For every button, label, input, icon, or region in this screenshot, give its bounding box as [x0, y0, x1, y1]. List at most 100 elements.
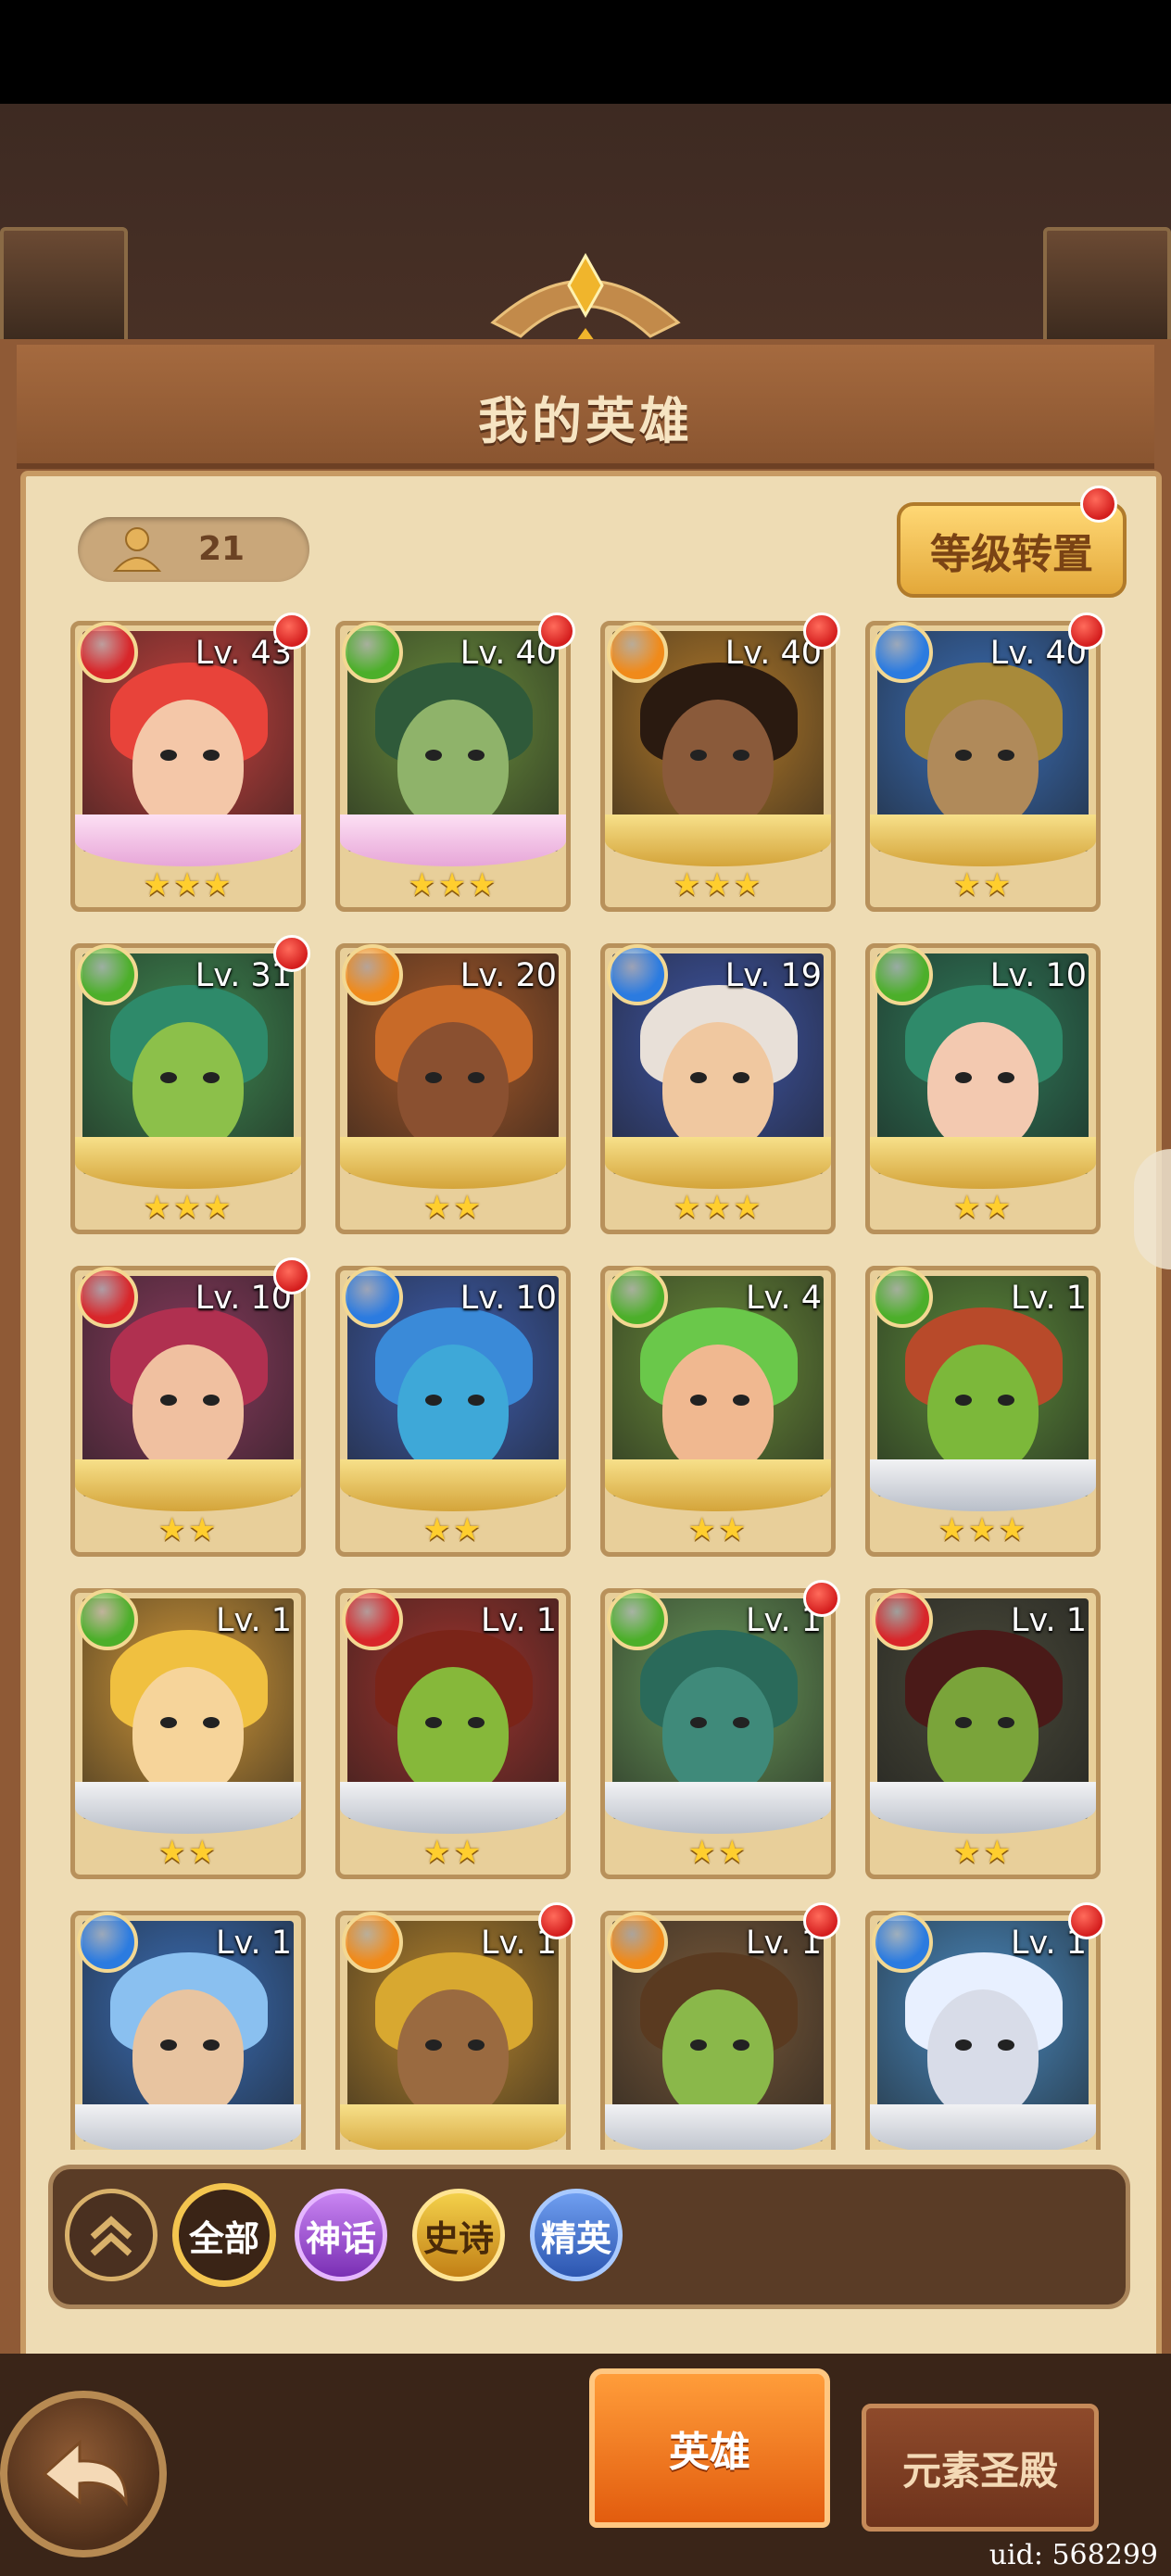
leaf-icon	[77, 1589, 138, 1650]
hero-face	[927, 1022, 1039, 1152]
hero-face	[397, 700, 509, 829]
hero-card[interactable]: Lv. 4 ★★	[600, 1266, 836, 1557]
hero-count-value: 21	[198, 530, 246, 568]
hero-card[interactable]: Lv. 10 ★★	[70, 1257, 310, 1557]
hero-face	[397, 1667, 509, 1797]
back-button[interactable]	[0, 2391, 167, 2557]
hero-face	[132, 1667, 244, 1797]
back-arrow-icon	[42, 2439, 128, 2507]
hero-card[interactable]: Lv. 10 ★★	[335, 1266, 571, 1557]
notification-dot	[1080, 486, 1117, 523]
hero-eye	[690, 1072, 707, 1083]
hero-eye	[733, 1717, 749, 1728]
flame-icon	[872, 1589, 933, 1650]
hero-eye	[690, 1395, 707, 1406]
hero-card[interactable]: Lv. 43 ★★★	[70, 612, 310, 912]
hero-eye	[998, 1395, 1014, 1406]
hero-eye	[733, 1072, 749, 1083]
star-rating: ★★	[952, 1834, 1014, 1871]
hero-card[interactable]: Lv. 31 ★★★	[70, 935, 310, 1234]
hero-eye	[733, 750, 749, 761]
hero-face	[132, 700, 244, 829]
notification-dot	[273, 935, 310, 972]
hero-card[interactable]: Lv. 10 ★★	[865, 943, 1101, 1234]
droplet-icon	[872, 1912, 933, 1973]
rarity-frame	[870, 2104, 1096, 2150]
tab-heroes[interactable]: 英雄	[589, 2368, 830, 2528]
flame-icon	[77, 1267, 138, 1328]
hero-card[interactable]: Lv. 19 ★★★	[600, 943, 836, 1234]
hero-level: Lv. 4	[745, 1280, 822, 1317]
hero-card[interactable]: Lv. 1	[70, 1911, 306, 2150]
hero-eye	[203, 1072, 220, 1083]
filter-myth-label: 神话	[305, 2217, 376, 2259]
hero-face	[397, 1989, 509, 2119]
collapse-button[interactable]	[65, 2189, 157, 2281]
hero-eye	[468, 1072, 485, 1083]
filter-all-button[interactable]: 全部	[172, 2183, 276, 2287]
leaf-icon	[607, 1267, 668, 1328]
star-rating: ★★	[157, 1834, 219, 1871]
hero-level: Lv. 1	[215, 1925, 292, 1962]
side-drawer-handle[interactable]	[1134, 1149, 1171, 1269]
hero-eye	[160, 1072, 177, 1083]
hero-eye	[203, 2039, 220, 2051]
hero-eye	[160, 2039, 177, 2051]
star-rating: ★★★	[143, 866, 233, 903]
droplet-icon	[77, 1912, 138, 1973]
star-rating: ★★★	[408, 866, 498, 903]
hero-card[interactable]: Lv. 40 ★★	[865, 612, 1105, 912]
filter-myth-button[interactable]: 神话	[295, 2189, 387, 2281]
hero-face	[662, 700, 774, 829]
rarity-frame	[605, 1137, 831, 1189]
star-rating: ★★	[952, 866, 1014, 903]
hero-card[interactable]: Lv. 1 ★★	[335, 1588, 571, 1879]
filter-elite-button[interactable]: 精英	[530, 2189, 623, 2281]
hero-card[interactable]: Lv. 20 ★★	[335, 943, 571, 1234]
rarity-frame	[75, 2104, 301, 2150]
tab-heroes-label: 英雄	[669, 2429, 750, 2476]
hero-level: Lv. 1	[480, 1602, 557, 1639]
hero-face	[662, 1022, 774, 1152]
hero-eye	[425, 1717, 442, 1728]
hero-eye	[468, 1717, 485, 1728]
hero-card[interactable]: Lv. 1 ★★★	[865, 1266, 1101, 1557]
star-rating: ★★	[157, 1511, 219, 1548]
rarity-frame	[605, 2104, 831, 2150]
hero-card[interactable]: Lv. 1 ★★	[70, 1588, 306, 1879]
rarity-frame	[870, 1137, 1096, 1189]
hero-level: Lv. 1	[1010, 1280, 1087, 1317]
hero-eye	[160, 750, 177, 761]
hero-card[interactable]: Lv. 1 ★★	[865, 1588, 1101, 1879]
rarity-frame	[870, 1459, 1096, 1511]
rarity-frame	[870, 1782, 1096, 1834]
star-rating: ★★★	[673, 1189, 763, 1226]
hero-card[interactable]: Lv. 40 ★★★	[600, 612, 840, 912]
hero-card[interactable]: Lv. 1	[865, 1902, 1105, 2150]
tab-element-shrine[interactable]: 元素圣殿	[862, 2404, 1099, 2532]
hero-grid: Lv. 43 ★★★ Lv. 40 ★★★ Lv. 40 ★★★ Lv. 40 ★★ Lv. 3…	[65, 612, 1112, 2150]
hero-card[interactable]: Lv. 40 ★★★	[335, 612, 575, 912]
hero-face	[927, 1345, 1039, 1474]
star-rating: ★★★	[143, 1189, 233, 1226]
hero-eye	[468, 750, 485, 761]
hero-eye	[203, 750, 220, 761]
hero-eye	[425, 2039, 442, 2051]
filter-epic-button[interactable]: 史诗	[412, 2189, 505, 2281]
person-icon	[112, 527, 162, 572]
hero-face	[397, 1022, 509, 1152]
hero-eye	[425, 1395, 442, 1406]
hero-eye	[955, 2039, 972, 2051]
user-id: uid: 568299	[988, 2539, 1158, 2571]
hero-card[interactable]: Lv. 1	[600, 1902, 840, 2150]
filter-epic-label: 史诗	[422, 2217, 494, 2259]
hero-card[interactable]: Lv. 1	[335, 1902, 575, 2150]
hero-count-badge: 21	[78, 517, 309, 582]
star-rating: ★★★	[673, 866, 763, 903]
page-title: 我的英雄	[478, 392, 693, 450]
hero-card[interactable]: Lv. 1 ★★	[600, 1580, 840, 1879]
hero-level: Lv. 10	[989, 957, 1087, 994]
hero-level: Lv. 1	[215, 1602, 292, 1639]
hero-level: Lv. 20	[460, 957, 557, 994]
rarity-frame	[340, 2104, 566, 2150]
